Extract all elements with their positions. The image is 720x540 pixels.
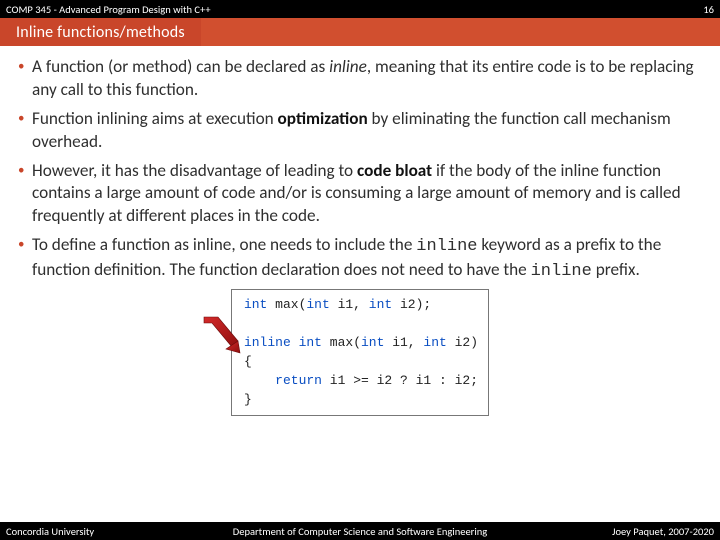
code-box: int max(int i1, int i2); inline int max(… [231,289,489,416]
code-text [244,373,275,388]
code-text: i2); [392,297,431,312]
code-kw: int [361,335,384,350]
keyword-inline-mono: inline [416,237,477,256]
keyword-code-bloat: code bloat [357,160,432,181]
text: Function inlining aims at execution [32,108,278,129]
bullet-item: Function inlining aims at execution opti… [18,108,702,154]
code-text: i1, [330,297,369,312]
code-text [291,335,299,350]
footer-bar: Concordia University Department of Compu… [0,522,720,540]
code-text: } [244,392,252,407]
text: To define a function as inline, one need… [32,234,416,255]
keyword-inline: inline [329,56,367,77]
title-bar: Inline functions/methods [0,18,720,46]
footer-mid: Department of Computer Science and Softw… [233,525,487,538]
code-kw: int [299,335,322,350]
slide-title: Inline functions/methods [0,18,201,46]
keyword-optimization: optimization [278,108,368,129]
code-text: i1 >= i2 ? i1 : i2; [322,373,478,388]
bullet-list: A function (or method) can be declared a… [18,56,702,283]
footer-right: Joey Paquet, 2007-2020 [612,525,714,538]
text: However, it has the disadvantage of lead… [32,160,357,181]
keyword-inline-mono: inline [531,262,592,281]
code-kw: inline [244,335,291,350]
code-figure: int max(int i1, int i2); inline int max(… [18,289,702,416]
bullet-item: However, it has the disadvantage of lead… [18,160,702,229]
code-text: max( [322,335,361,350]
arrow-icon [200,315,242,360]
code-kw: int [244,297,267,312]
text: prefix. [592,259,640,280]
code-text: i2) [447,335,478,350]
code-text: max( [267,297,306,312]
code-kw: int [423,335,446,350]
page-number: 16 [703,3,714,16]
bullet-item: To define a function as inline, one need… [18,234,702,283]
course-label: COMP 345 - Advanced Program Design with … [6,3,211,16]
code-kw: return [275,373,322,388]
code-kw: int [306,297,329,312]
top-bar: COMP 345 - Advanced Program Design with … [0,0,720,18]
code-kw: int [369,297,392,312]
bullet-item: A function (or method) can be declared a… [18,56,702,102]
code-text: i1, [384,335,423,350]
text: A function (or method) can be declared a… [32,56,329,77]
slide-body: A function (or method) can be declared a… [0,46,720,416]
code-text: { [244,354,252,369]
footer-left: Concordia University [6,525,94,538]
